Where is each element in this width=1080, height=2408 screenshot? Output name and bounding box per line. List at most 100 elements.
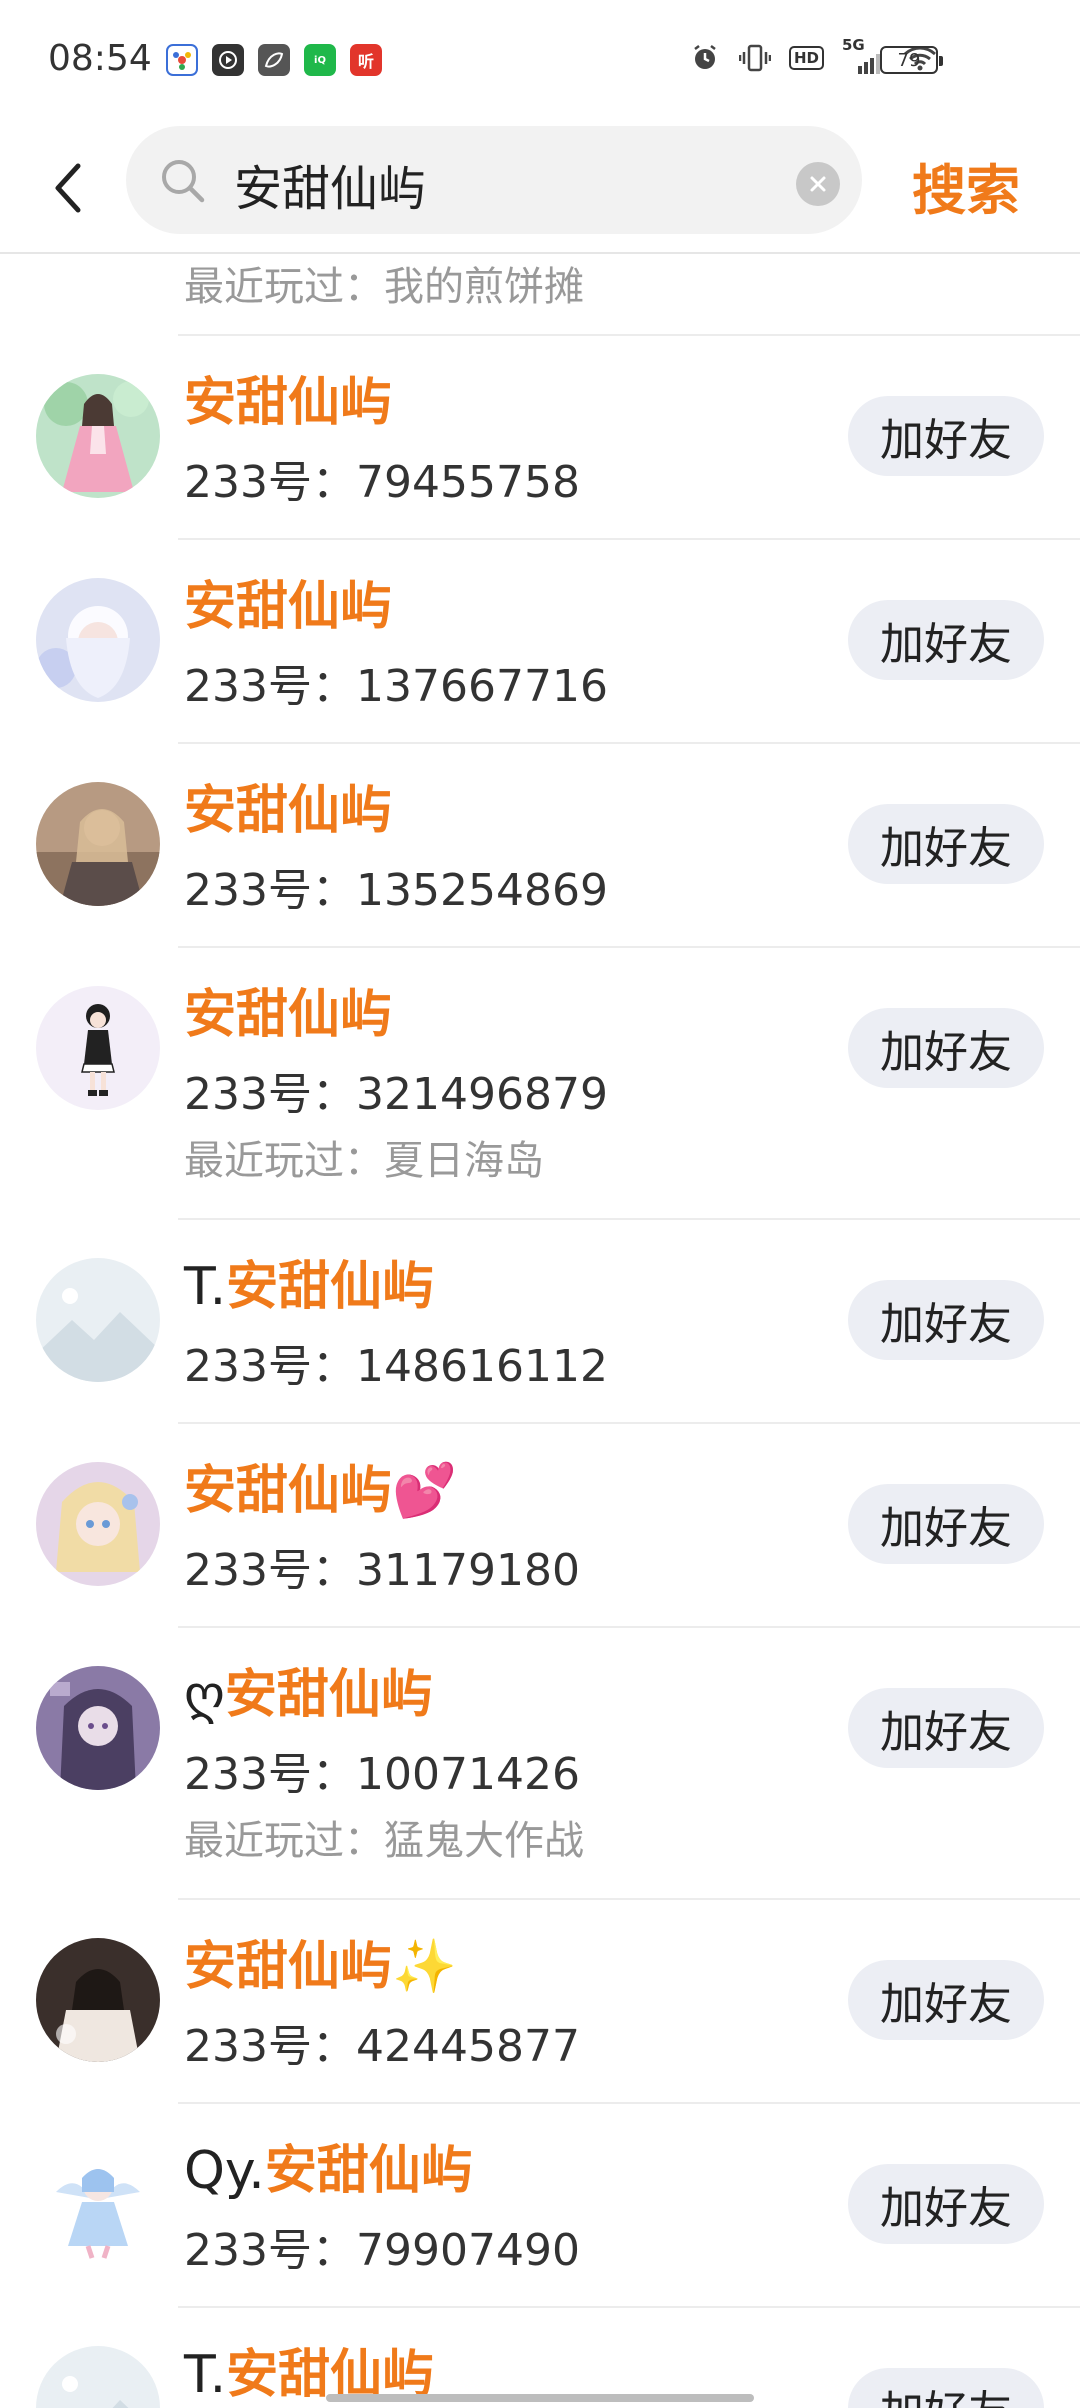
add-friend-button[interactable]: 加好友	[848, 1688, 1044, 1768]
user-id-value: 148616112	[355, 1341, 608, 1392]
nickname-highlight: 安甜仙屿	[184, 781, 393, 841]
vibrate-icon	[738, 42, 771, 74]
user-id-label: 233号：	[184, 661, 356, 712]
user-id-label: 233号：	[184, 2225, 356, 2276]
search-result-item[interactable]: 安甜仙屿 233号：79455758 加好友	[0, 334, 1080, 538]
user-id: 233号：42445877	[184, 2010, 580, 2074]
back-button[interactable]	[38, 148, 98, 228]
search-result-item[interactable]: 安甜仙屿 233号：137667716 加好友	[0, 538, 1080, 742]
user-id-value: 42445877	[355, 2021, 580, 2072]
search-result-item[interactable]: T.安甜仙屿 233号：148616112 加好友	[0, 1218, 1080, 1422]
user-id-value: 79907490	[355, 2225, 580, 2276]
nickname-prefix: T.	[184, 1257, 227, 1317]
user-id: 233号：321496879	[184, 1058, 608, 1122]
user-nickname: 安甜仙屿✨	[184, 1924, 457, 1999]
user-id: 233号：148616112	[184, 1330, 608, 1394]
chibi-girl-avatar[interactable]	[36, 986, 160, 1110]
user-id: 233号：79455758	[184, 446, 580, 510]
user-id: 233号：137667716	[184, 650, 608, 714]
placeholder-avatar[interactable]	[36, 1258, 160, 1382]
status-time: 08:54	[48, 38, 152, 79]
user-nickname: 安甜仙屿	[184, 972, 392, 1047]
pinwheel-icon	[166, 44, 198, 76]
girl-pink-dress-avatar[interactable]	[36, 374, 160, 498]
recent-played-label: 最近玩过：	[184, 1138, 384, 1184]
nickname-highlight: 安甜仙屿	[184, 577, 393, 637]
search-result-item[interactable]: 安甜仙屿💕 233号：31179180 加好友	[0, 1422, 1080, 1626]
row-divider	[178, 334, 1080, 336]
search-result-item[interactable]: ღ安甜仙屿 233号：10071426 最近玩过：猛鬼大作战 加好友	[0, 1626, 1080, 1898]
user-nickname: T.安甜仙屿	[184, 1244, 434, 1319]
search-result-item[interactable]: 安甜仙屿 233号：135254869 加好友	[0, 742, 1080, 946]
search-result-item[interactable]: T.安甜仙屿加好友	[0, 2306, 1080, 2408]
recent-played: 最近玩过：夏日海岛	[184, 1128, 544, 1186]
user-id-value: 321496879	[355, 1069, 608, 1120]
row-divider	[178, 1898, 1080, 1900]
dark-photo-avatar[interactable]	[36, 1938, 160, 2062]
network-type: 5G	[842, 36, 865, 54]
user-id-label: 233号：	[184, 865, 356, 916]
nickname-highlight: 安甜仙屿	[226, 1257, 435, 1317]
add-friend-button[interactable]: 加好友	[848, 1280, 1044, 1360]
nickname-suffix: 💕	[392, 1461, 457, 1521]
add-friend-button[interactable]: 加好友	[848, 1008, 1044, 1088]
search-result-item[interactable]: 安甜仙屿✨ 233号：42445877 加好友	[0, 1898, 1080, 2102]
user-id-label: 233号：	[184, 1069, 356, 1120]
nickname-prefix: T.	[184, 2345, 227, 2405]
nickname-highlight: 安甜仙屿	[184, 1461, 393, 1521]
user-nickname: 安甜仙屿	[184, 768, 392, 843]
user-id-value: 10071426	[355, 1749, 580, 1800]
nickname-highlight: 安甜仙屿	[224, 1665, 433, 1725]
row-divider	[178, 1422, 1080, 1424]
add-friend-button[interactable]: 加好友	[848, 396, 1044, 476]
blue-angel-avatar[interactable]	[36, 2142, 160, 2266]
recent-played-game: 夏日海岛	[384, 1138, 544, 1184]
user-id: 233号：31179180	[184, 1534, 580, 1598]
recent-played: 最近玩过：我的煎饼摊	[184, 264, 584, 310]
partial-list-item[interactable]: 最近玩过：我的煎饼摊	[0, 254, 1080, 334]
ting-icon: 听	[350, 44, 382, 76]
add-friend-button[interactable]: 加好友	[848, 1960, 1044, 2040]
alarm-icon	[689, 42, 721, 74]
nickname-suffix: ✨	[392, 1937, 457, 1997]
signal-icon: 5G	[842, 36, 882, 74]
nickname-highlight: 安甜仙屿	[264, 2141, 473, 2201]
photo-girl-avatar[interactable]	[36, 782, 160, 906]
user-id-value: 31179180	[355, 1545, 580, 1596]
row-divider	[178, 1218, 1080, 1220]
search-result-item[interactable]: 安甜仙屿 233号：321496879 最近玩过：夏日海岛 加好友	[0, 946, 1080, 1218]
iqiyi-icon: iQ	[304, 44, 336, 76]
clear-icon[interactable]	[796, 162, 840, 206]
user-nickname: ღ安甜仙屿	[184, 1652, 433, 1727]
user-id-label: 233号：	[184, 1341, 356, 1392]
user-id-value: 79455758	[355, 457, 580, 508]
search-button[interactable]: 搜索	[912, 146, 1020, 225]
back-icon	[55, 163, 81, 213]
nickname-highlight: 安甜仙屿	[184, 373, 393, 433]
user-id: 233号：10071426	[184, 1738, 580, 1802]
home-indicator[interactable]	[326, 2394, 754, 2402]
recent-played-game: 猛鬼大作战	[384, 1818, 584, 1864]
anime-blonde-avatar[interactable]	[36, 1462, 160, 1586]
play-icon	[212, 44, 244, 76]
leaf-icon	[258, 44, 290, 76]
nickname-highlight: 安甜仙屿	[184, 1937, 393, 1997]
row-divider	[178, 2102, 1080, 2104]
user-nickname: 安甜仙屿	[184, 360, 392, 435]
row-divider	[178, 538, 1080, 540]
add-friend-button[interactable]: 加好友	[848, 804, 1044, 884]
add-friend-button[interactable]: 加好友	[848, 1484, 1044, 1564]
add-friend-button[interactable]: 加好友	[848, 2368, 1044, 2408]
nickname-prefix: ღ	[184, 1665, 225, 1725]
add-friend-button[interactable]: 加好友	[848, 600, 1044, 680]
anime-white-hair-avatar[interactable]	[36, 578, 160, 702]
search-result-item[interactable]: Qy.安甜仙屿 233号：79907490 加好友	[0, 2102, 1080, 2306]
user-id-label: 233号：	[184, 1749, 356, 1800]
placeholder-avatar[interactable]	[36, 2346, 160, 2408]
status-app-icons: iQ 听	[166, 44, 382, 76]
recent-played: 最近玩过：猛鬼大作战	[184, 1808, 584, 1866]
search-input[interactable]	[234, 156, 754, 212]
add-friend-button[interactable]: 加好友	[848, 2164, 1044, 2244]
search-box[interactable]	[126, 126, 862, 234]
purple-anime-avatar[interactable]	[36, 1666, 160, 1790]
